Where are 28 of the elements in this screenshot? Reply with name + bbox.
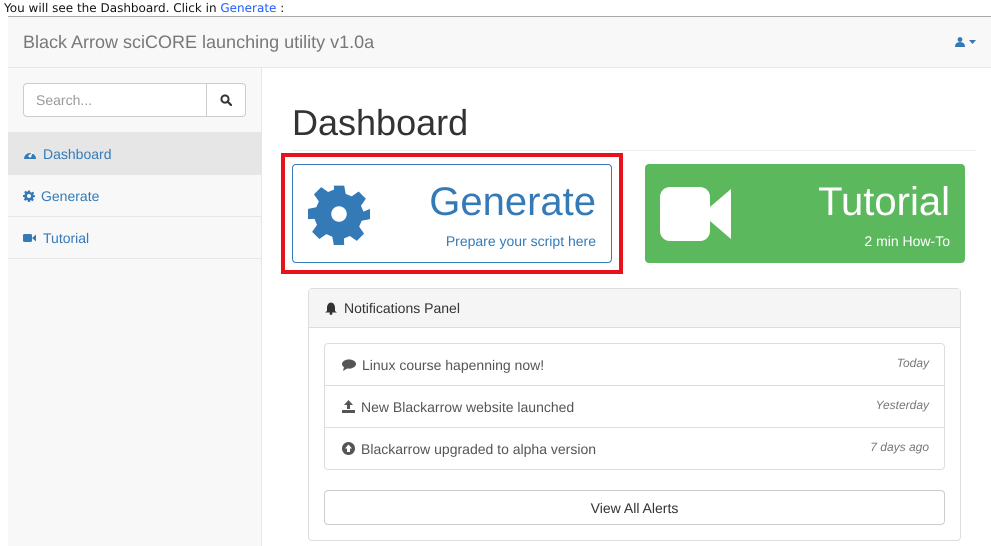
upload-icon — [342, 400, 355, 413]
sidebar-item[interactable]: Tutorial — [8, 217, 261, 259]
notification-time: Yesterday — [876, 398, 929, 412]
search-field[interactable]: Search... — [23, 83, 207, 117]
search-icon — [220, 94, 232, 106]
search-button[interactable] — [207, 83, 246, 117]
gear-icon — [308, 182, 370, 244]
page-title: Dashboard — [292, 103, 976, 151]
view-all-alerts-button[interactable]: View All Alerts — [324, 490, 945, 525]
notification-item[interactable]: Linux course hapenning now! Today — [325, 344, 944, 386]
notification-time: Today — [896, 356, 929, 370]
notification-item[interactable]: New Blackarrow website launched Yesterday — [325, 386, 944, 428]
sidebar-item[interactable]: Dashboard — [8, 133, 261, 175]
user-caret-icon — [955, 37, 977, 47]
dashboard-tile[interactable]: Generate Prepare your script here — [292, 164, 612, 263]
bell-icon — [325, 302, 337, 314]
video-camera-icon — [660, 186, 732, 240]
panel-title: Notifications Panel — [344, 300, 460, 316]
sidebar-item[interactable]: Generate — [8, 175, 261, 217]
app-title: Black Arrow sciCORE launching utility v1.0a — [23, 32, 374, 52]
generate-link[interactable]: Generate — [220, 1, 276, 15]
arrow-up-circle-icon — [342, 442, 355, 455]
notification-time: 7 days ago — [870, 440, 929, 454]
notification-item[interactable]: Blackarrow upgraded to alpha version 7 days ago — [325, 428, 944, 469]
gear-icon — [23, 190, 35, 202]
instruction-text: You will see the Dashboard. Click in Generate : — [4, 1, 284, 15]
video-camera-icon — [23, 232, 37, 242]
speech-bubble-icon — [342, 358, 356, 370]
